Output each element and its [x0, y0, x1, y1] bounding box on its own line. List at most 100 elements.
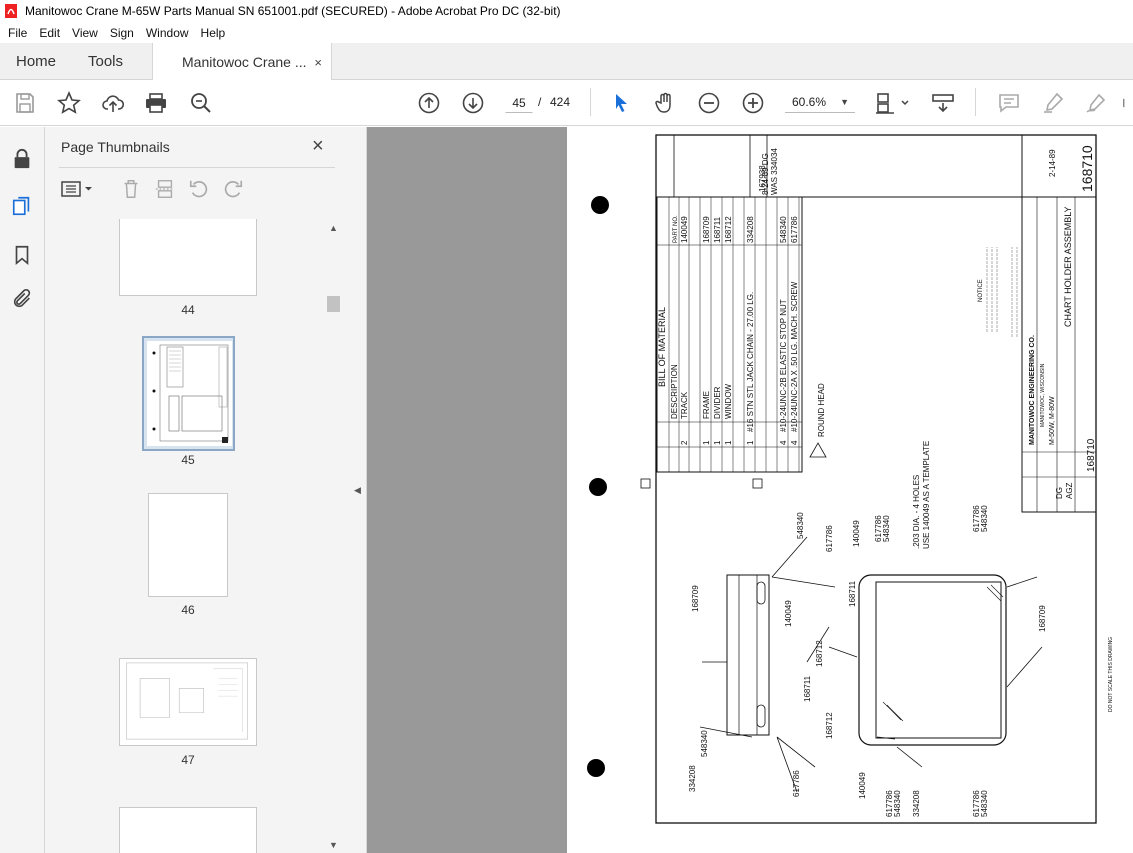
next-page-icon[interactable] — [460, 90, 486, 116]
drawing-number-small: 168710 — [1086, 438, 1097, 472]
menu-view[interactable]: View — [66, 26, 104, 40]
callout-label: 140049 — [858, 772, 867, 799]
zoom-search-icon[interactable] — [188, 90, 214, 116]
page-number-input[interactable]: 45 — [505, 91, 533, 113]
rotate-right-icon[interactable] — [221, 177, 245, 201]
panel-divider — [59, 167, 335, 168]
lock-icon[interactable] — [10, 147, 34, 171]
bom-header-part: PART NO. — [673, 215, 679, 243]
scroll-mode-icon[interactable] — [930, 90, 956, 116]
page-count: 424 — [550, 95, 571, 109]
pdf-page: 167938 8-24-89 DG WAS 334034 BILL OF MAT… — [567, 127, 1133, 853]
callout-label: 617786 — [825, 525, 834, 552]
bom-row-qty: 1 — [702, 440, 711, 445]
callout-label: 168709 — [1038, 605, 1047, 632]
tab-tools[interactable]: Tools — [88, 43, 123, 80]
callout-label: 168711 — [803, 675, 812, 702]
bom-row-part: 334208 — [746, 216, 755, 243]
print-icon[interactable] — [143, 90, 169, 116]
bom-row-desc: DIVIDER — [713, 386, 722, 419]
extract-page-icon[interactable] — [153, 177, 177, 201]
select-cursor-icon[interactable] — [608, 90, 634, 116]
bom-header-description: DESCRIPTION — [670, 364, 679, 419]
thumbnail-page-46[interactable] — [148, 493, 228, 597]
collapse-panel-icon[interactable]: ◀ — [354, 485, 361, 496]
engineering-drawing: 167938 8-24-89 DG WAS 334034 BILL OF MAT… — [587, 134, 1114, 824]
bom-row-desc: FRAME — [702, 391, 711, 419]
revision-date: 8-24-89 DG — [761, 153, 770, 195]
bom-row-part: 140049 — [680, 216, 689, 243]
zoom-level-select[interactable]: 60.6% ▼ — [785, 91, 855, 113]
bookmark-icon[interactable] — [10, 243, 34, 267]
panel-close-icon[interactable]: × — [312, 135, 324, 158]
menu-bar: File Edit View Sign Window Help — [0, 22, 1133, 43]
attachment-icon[interactable] — [10, 287, 34, 311]
tab-document[interactable]: Manitowoc Crane ... × — [152, 43, 332, 81]
bom-row-part: 168709 — [702, 216, 711, 243]
drawing-date: 2-14-89 — [1048, 149, 1057, 177]
thumbnail-drawing-preview — [126, 662, 248, 740]
thumbnail-label: 45 — [181, 453, 195, 467]
main-toolbar: 45 / 424 60.6% ▼ — [0, 80, 1133, 126]
menu-sign[interactable]: Sign — [104, 26, 140, 40]
bom-row-qty: 4 — [790, 440, 799, 445]
bom-row-qty: 4 — [779, 440, 788, 445]
thumbnail-page-44[interactable] — [119, 219, 257, 296]
page-thumbnails-icon[interactable] — [10, 194, 34, 218]
previous-page-icon[interactable] — [416, 90, 442, 116]
menu-help[interactable]: Help — [195, 26, 232, 40]
drawing-title: CHART HOLDER ASSEMBLY — [1063, 206, 1073, 327]
zoom-in-icon[interactable] — [740, 90, 766, 116]
highlight-pen-icon[interactable] — [1040, 90, 1066, 116]
star-icon[interactable] — [56, 90, 82, 116]
callout-label: 548340 — [700, 730, 709, 757]
tab-home[interactable]: Home — [16, 43, 56, 80]
tab-close-icon[interactable]: × — [314, 55, 322, 70]
callout-label: 548340 — [882, 515, 891, 542]
menu-file[interactable]: File — [2, 26, 33, 40]
callout-label: 617786 — [792, 770, 801, 797]
comment-icon[interactable] — [996, 90, 1022, 116]
drawing-number: 168710 — [1079, 145, 1095, 192]
panel-splitter[interactable]: ◀ — [350, 127, 367, 853]
hand-tool-icon[interactable] — [652, 90, 678, 116]
window-title: Manitowoc Crane M-65W Parts Manual SN 65… — [25, 4, 561, 18]
bom-row-part: 168712 — [724, 216, 733, 243]
thumbnail-page-47[interactable] — [119, 658, 257, 746]
punch-hole — [591, 196, 609, 214]
bom-row-qty: 2 — [680, 440, 689, 445]
thumbnail-scrollbar[interactable]: ▲ ▼ — [326, 220, 342, 853]
sign-icon[interactable] — [1083, 90, 1109, 116]
menu-window[interactable]: Window — [140, 26, 195, 40]
scroll-down-icon[interactable]: ▼ — [329, 840, 338, 850]
drawn-by: DG — [1055, 487, 1064, 499]
delete-page-icon[interactable] — [119, 177, 143, 201]
bom-row-qty: 1 — [724, 440, 733, 445]
upload-cloud-icon[interactable] — [100, 90, 126, 116]
no-scale-note: DO NOT SCALE THIS DRAWING — [1108, 637, 1114, 712]
bom-row-desc: #16 STN STL JACK CHAIN - 27.00 LG. — [746, 292, 755, 432]
menu-edit[interactable]: Edit — [33, 26, 66, 40]
bom-row-part: 617786 — [790, 216, 799, 243]
thumbnail-options-icon[interactable] — [59, 177, 95, 201]
zoom-out-icon[interactable] — [696, 90, 722, 116]
scrollbar-thumb[interactable] — [327, 296, 340, 312]
rotate-left-icon[interactable] — [187, 177, 211, 201]
callout-label: 140049 — [852, 520, 861, 547]
save-icon[interactable] — [12, 90, 38, 116]
thumbnail-page-45-selected[interactable] — [142, 336, 235, 451]
more-tools-icon[interactable] — [1122, 90, 1133, 116]
scroll-up-icon[interactable]: ▲ — [329, 223, 338, 233]
thumbnail-label: 47 — [181, 753, 195, 767]
bom-row-desc: WINDOW — [724, 383, 733, 419]
bom-row-desc: #10-24UNC-2B ELASTIC STOP NUT — [779, 299, 788, 432]
page-fit-icon[interactable] — [874, 90, 914, 116]
notice-heading: NOTICE — [978, 279, 984, 302]
document-viewer[interactable]: 167938 8-24-89 DG WAS 334034 BILL OF MAT… — [367, 127, 1133, 853]
thumbnail-page-48[interactable] — [119, 807, 257, 853]
callout-label: 168711 — [848, 580, 857, 607]
toolbar-divider — [975, 88, 976, 116]
company-city: MANITOWOC, WISCONSIN — [1040, 363, 1046, 427]
bom-row-part: 168711 — [713, 216, 722, 243]
callout-label: 168712 — [825, 712, 834, 739]
